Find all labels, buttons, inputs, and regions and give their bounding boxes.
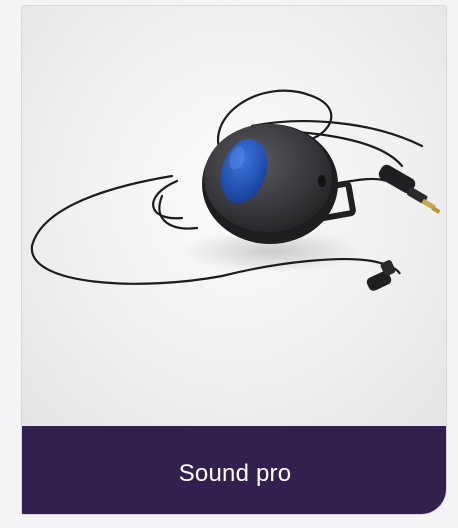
product-caption[interactable]: Sound pro [22,426,446,514]
switch-with-cable-icon [30,89,441,291]
product-image[interactable] [22,6,446,426]
product-card[interactable]: Sound pro [21,5,447,515]
product-name: Sound pro [178,460,292,487]
